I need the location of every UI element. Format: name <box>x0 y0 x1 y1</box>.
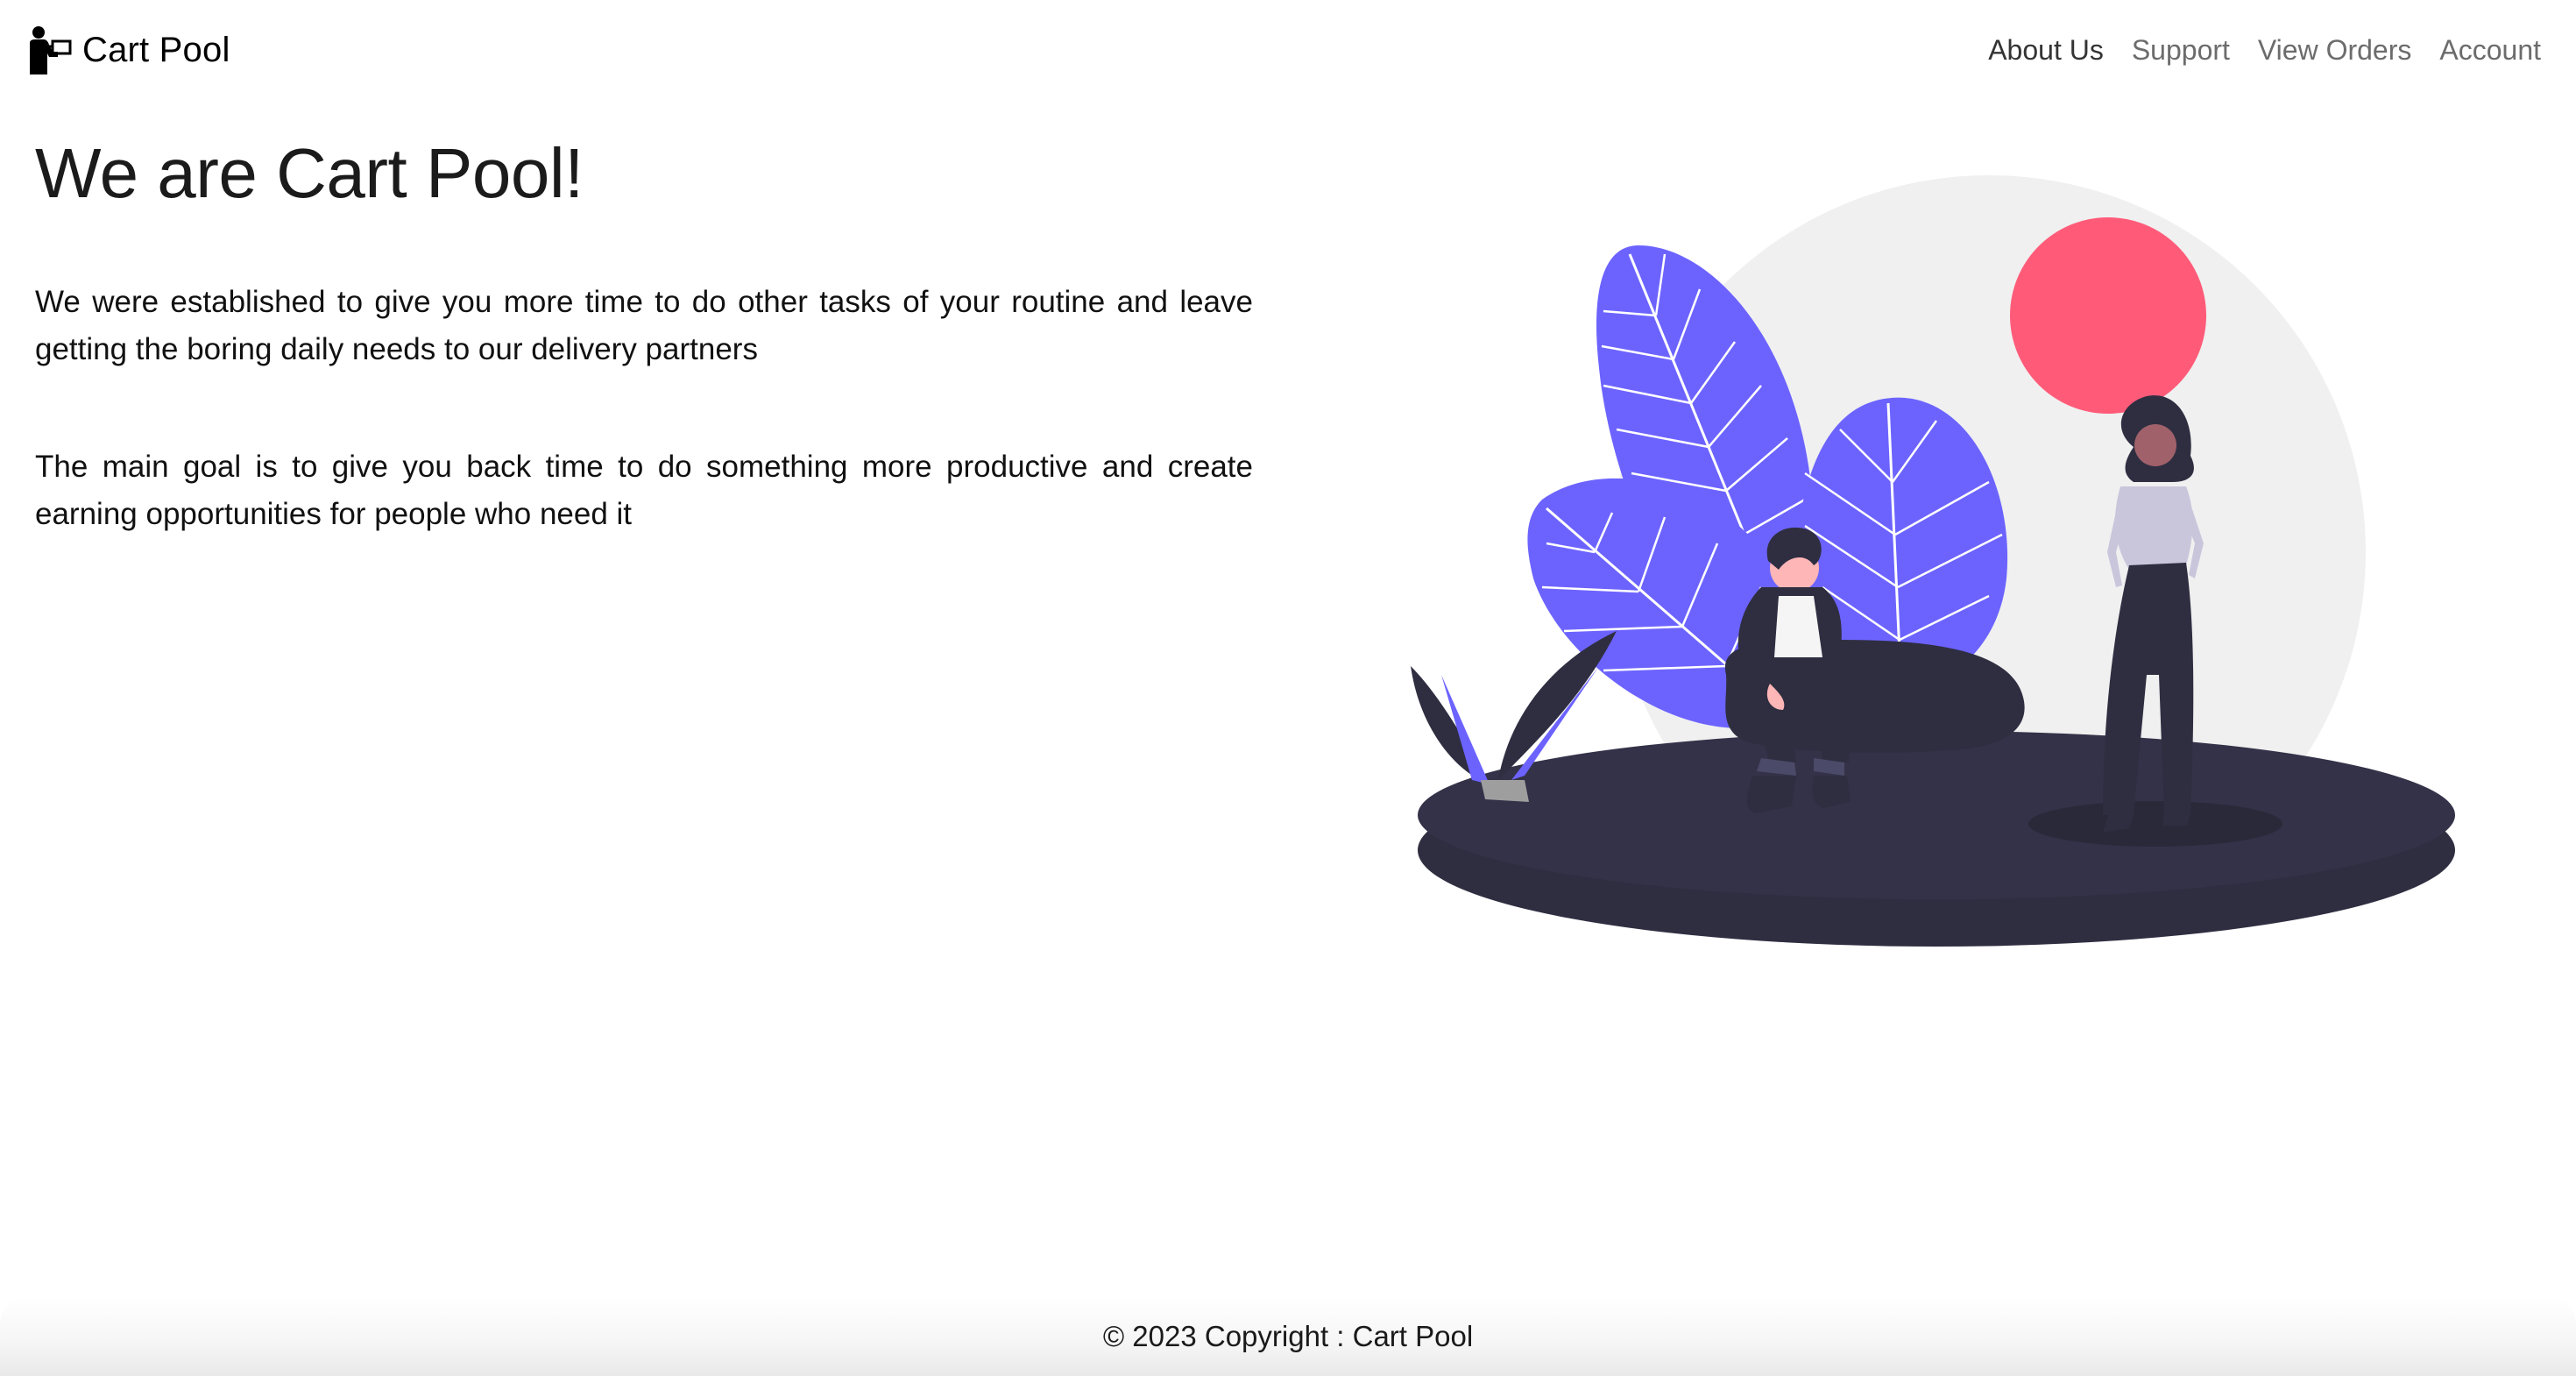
navbar: Cart Pool About Us Support View Orders A… <box>0 0 2576 100</box>
about-section: We are Cart Pool! We were established to… <box>35 131 1253 608</box>
nav-links: About Us Support View Orders Account <box>1988 34 2541 67</box>
brand-name: Cart Pool <box>82 30 230 69</box>
ground <box>1418 731 2455 899</box>
nav-support[interactable]: Support <box>2132 34 2230 67</box>
woman-shadow <box>2028 801 2282 847</box>
person-with-cart-icon <box>30 26 72 74</box>
page-title: We are Cart Pool! <box>35 134 584 212</box>
nav-account[interactable]: Account <box>2439 34 2541 67</box>
goal-paragraph: The main goal is to give you back time t… <box>35 450 1253 531</box>
nav-view-orders[interactable]: View Orders <box>2258 34 2411 67</box>
hero-illustration <box>1411 175 2455 947</box>
intro-paragraph: We were established to give you more tim… <box>35 285 1253 366</box>
sun-circle <box>2010 217 2206 414</box>
copyright-text: © 2023 Copyright : Cart Pool <box>1102 1320 1474 1352</box>
brand-link[interactable]: Cart Pool <box>26 25 230 74</box>
nav-about-us[interactable]: About Us <box>1988 34 2104 67</box>
footer: © 2023 Copyright : Cart Pool <box>0 1297 2576 1376</box>
